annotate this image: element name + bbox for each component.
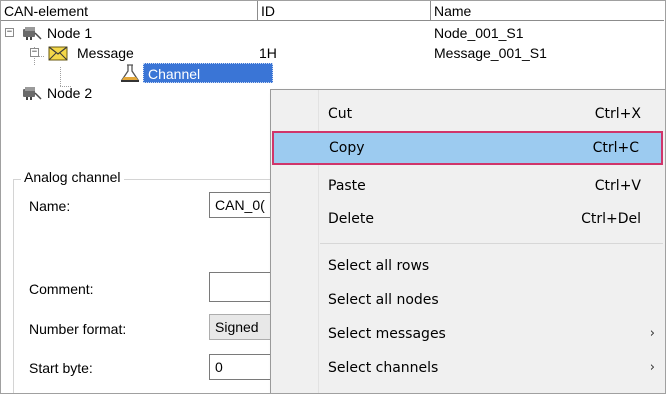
flask-icon xyxy=(120,64,140,82)
tree-name-cell: Message_001_S1 xyxy=(434,45,547,61)
column-header-can-element[interactable]: CAN-element xyxy=(1,1,258,21)
menu-item-label: Select messages xyxy=(328,326,446,342)
group-title: Analog channel xyxy=(21,169,124,185)
tree-label: Message xyxy=(77,45,134,61)
menu-item-label: Select all rows xyxy=(328,258,430,274)
envelope-icon xyxy=(48,46,68,61)
menu-item-select-all-rows[interactable]: Select all rows xyxy=(271,249,665,283)
tree-row-message[interactable]: − Message 1H Message_001_S1 xyxy=(1,43,664,63)
comment-label: Comment: xyxy=(29,281,94,297)
tree-name-cell: Node_001_S1 xyxy=(434,25,524,41)
chevron-right-icon: › xyxy=(649,360,655,375)
menu-item-label: Select channels xyxy=(328,360,439,376)
column-header-id[interactable]: ID xyxy=(258,1,431,21)
menu-item-select-channels[interactable]: Select channels › xyxy=(271,351,665,385)
chevron-right-icon: › xyxy=(649,326,655,341)
column-header-row: CAN-element ID Name xyxy=(1,1,664,22)
column-header-name[interactable]: Name xyxy=(431,1,664,21)
menu-item-select-messages[interactable]: Select messages › xyxy=(271,317,665,351)
menu-item-shortcut: Ctrl+Del xyxy=(581,211,641,227)
tree-id-cell: 1H xyxy=(259,45,277,61)
can-node-icon xyxy=(23,87,42,100)
menu-item-copy[interactable]: Copy Ctrl+C xyxy=(272,131,663,165)
menu-item-shortcut: Ctrl+V xyxy=(594,178,641,194)
collapse-toggle-icon[interactable]: − xyxy=(30,48,39,57)
menu-item-label: Copy xyxy=(329,140,365,156)
context-menu: Cut Ctrl+X Copy Ctrl+C Paste Ctrl+V Dele… xyxy=(270,89,665,393)
tree-label: Node 2 xyxy=(47,85,93,101)
menu-item-delete[interactable]: Delete Ctrl+Del xyxy=(271,202,665,236)
collapse-toggle-icon[interactable]: − xyxy=(5,28,14,37)
selected-channel-label[interactable]: Channel xyxy=(143,63,273,83)
menu-item-label: Cut xyxy=(328,106,353,122)
menu-item-paste[interactable]: Paste Ctrl+V xyxy=(271,169,665,203)
menu-item-shortcut: Ctrl+C xyxy=(592,140,639,156)
number-format-label: Number format: xyxy=(29,321,127,337)
name-label: Name: xyxy=(29,198,71,214)
menu-item-label: Select all nodes xyxy=(328,292,439,308)
menu-item-cut[interactable]: Cut Ctrl+X xyxy=(271,97,665,131)
start-byte-label: Start byte: xyxy=(29,360,93,376)
menu-item-label: Delete xyxy=(328,211,374,227)
menu-item-select-all-nodes[interactable]: Select all nodes xyxy=(271,283,665,317)
analog-channel-group: Analog channel Name: CAN_0( Comment: Num… xyxy=(13,169,314,393)
tree-label: Node 1 xyxy=(47,25,93,41)
menu-item-label: Paste xyxy=(328,178,366,194)
menu-separator xyxy=(320,243,663,244)
tree-row-channel[interactable]: Channel xyxy=(1,63,664,83)
tree-row-node-1[interactable]: − Node 1 Node_001_S1 xyxy=(1,23,664,43)
can-node-icon xyxy=(23,27,42,40)
menu-item-shortcut: Ctrl+X xyxy=(594,106,641,122)
can-editor-window: CAN-element ID Name − Node 1 Node_001_S1… xyxy=(0,0,666,394)
